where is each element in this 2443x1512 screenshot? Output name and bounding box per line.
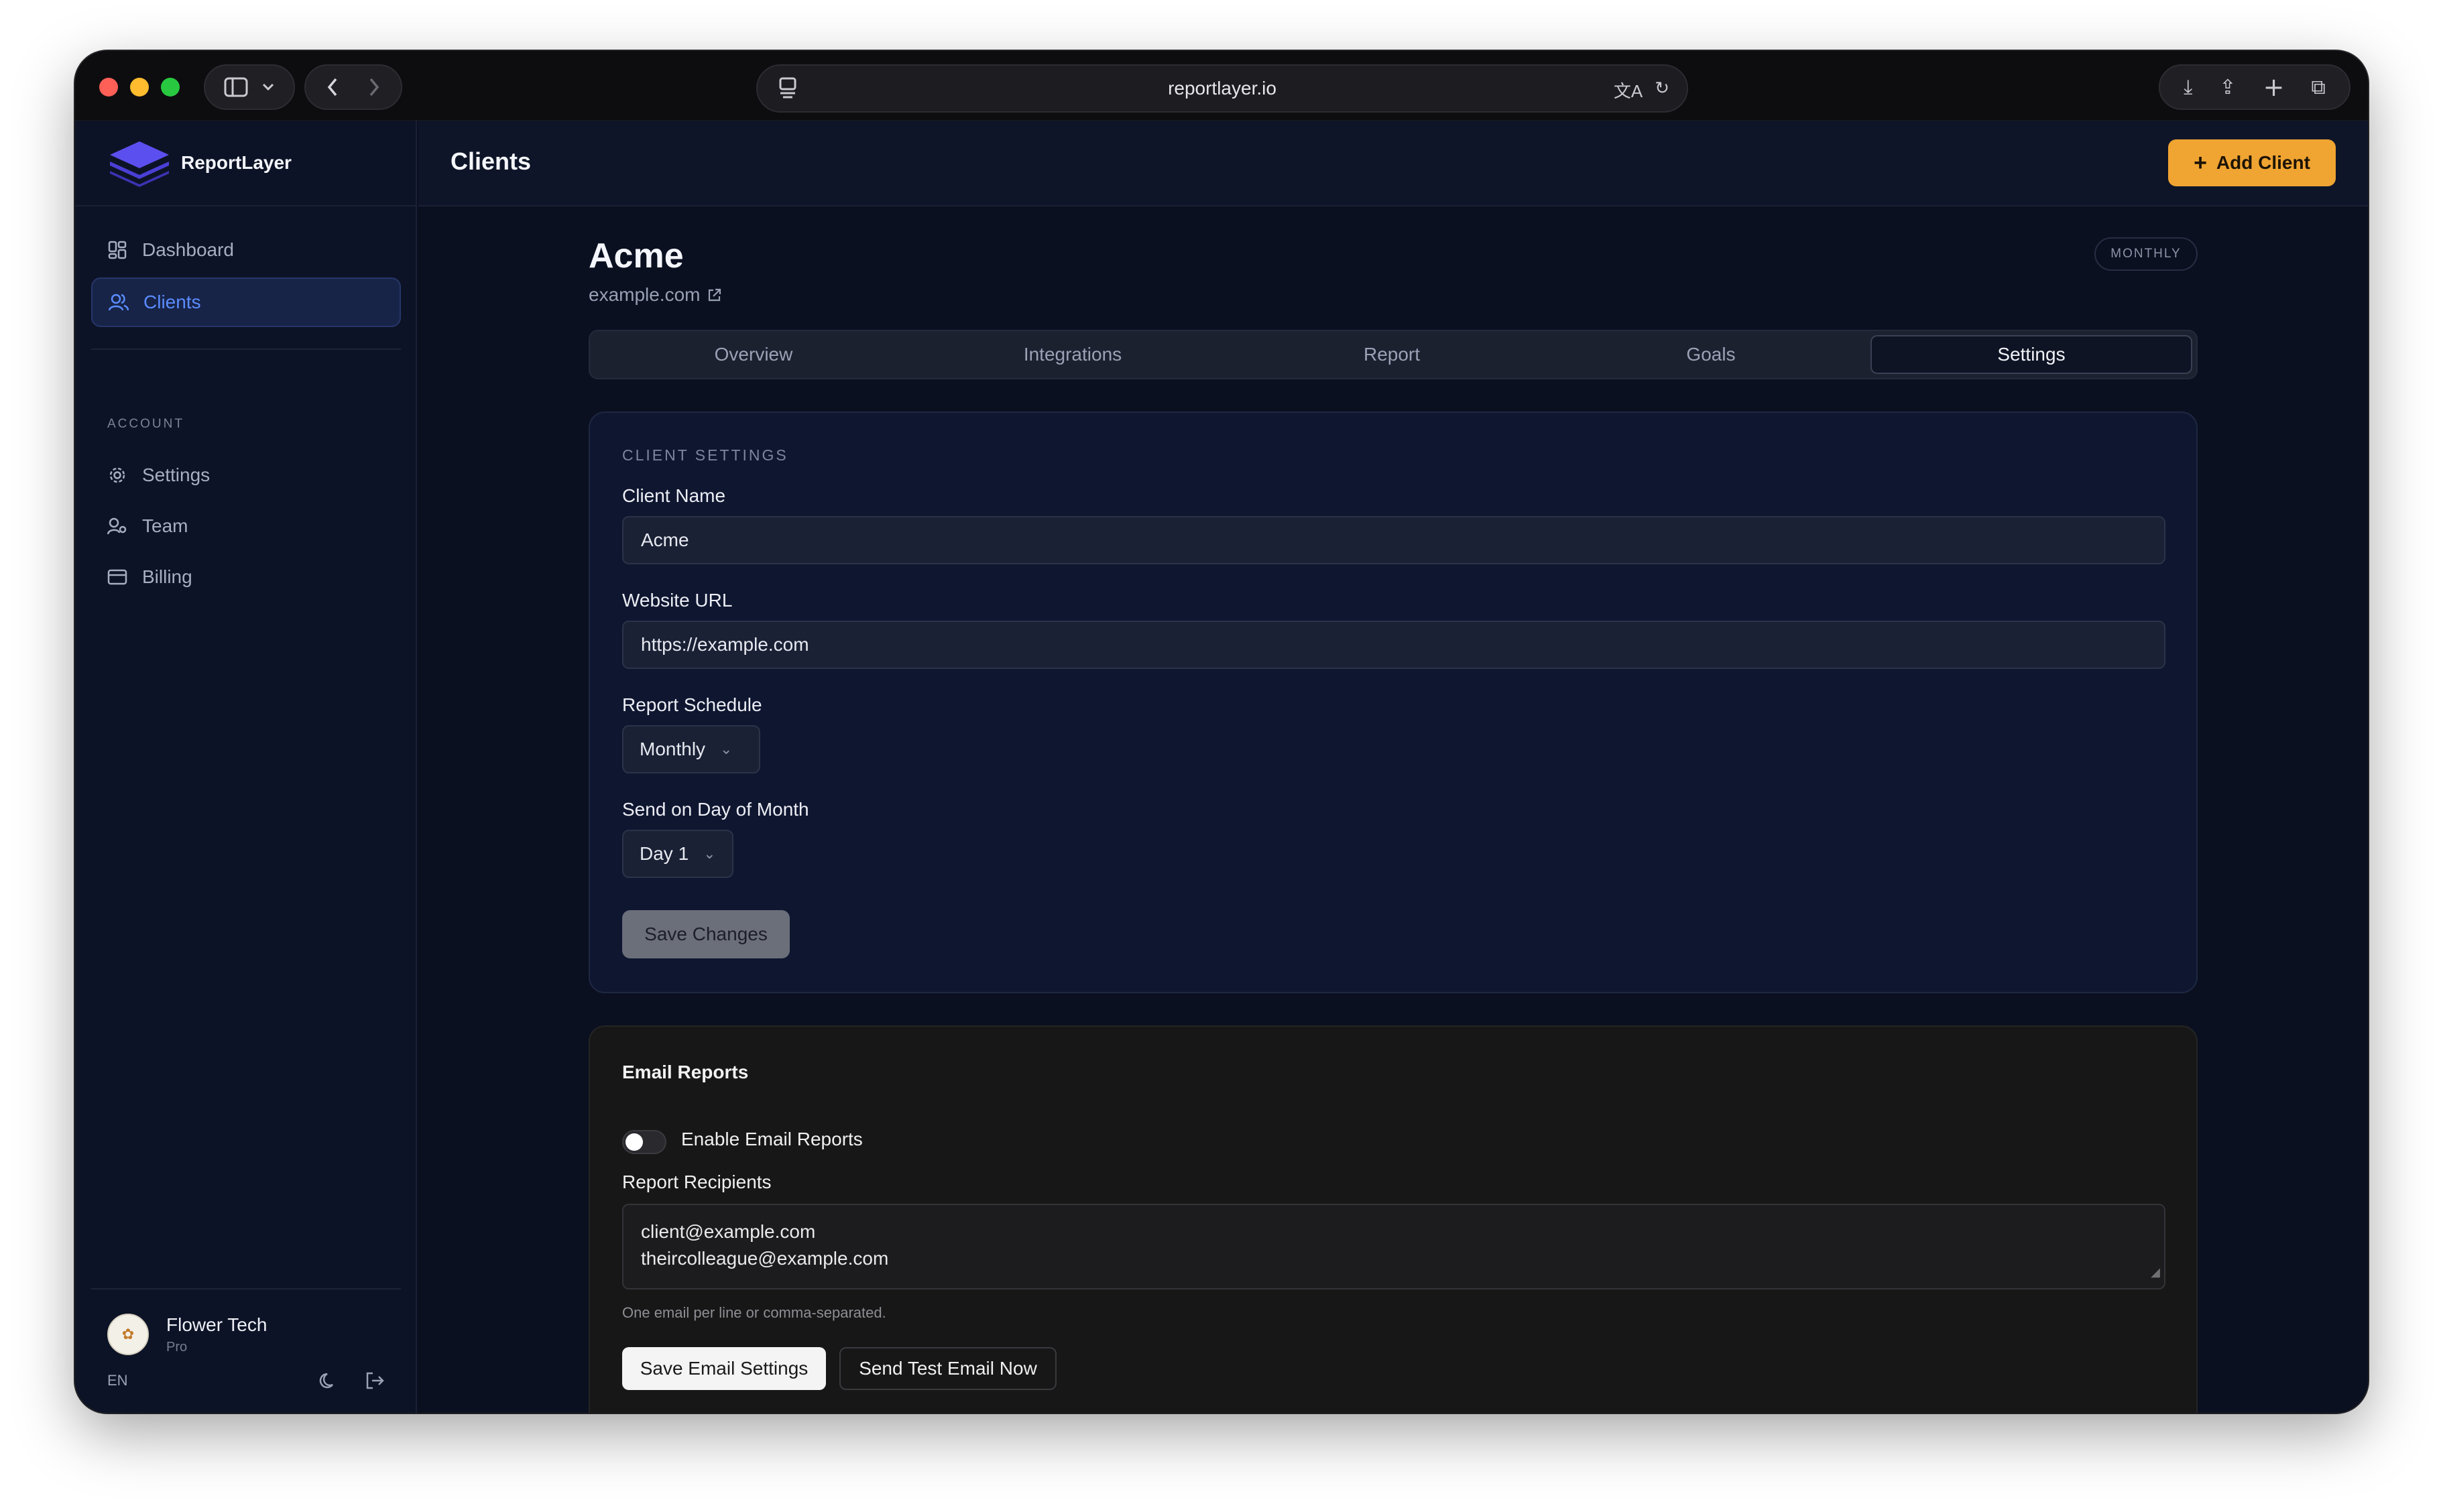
chevron-down-icon: [262, 83, 274, 91]
close-window-button[interactable]: [99, 78, 118, 97]
sidebar-item-label: Clients: [143, 292, 201, 312]
report-schedule-select[interactable]: Monthly ⌄: [622, 725, 760, 773]
sidebar: ReportLayer Dashboard Clients ACCOUNT Se…: [75, 121, 417, 1413]
save-email-settings-button[interactable]: Save Email Settings: [622, 1347, 826, 1390]
client-domain: example.com: [589, 284, 701, 305]
recipient-line: client@example.com: [641, 1221, 816, 1242]
sidebar-item-dashboard[interactable]: Dashboard: [91, 225, 401, 275]
page-header: Clients + Add Client: [418, 121, 2368, 206]
client-name-label: Client Name: [622, 485, 726, 506]
sidebar-item-billing[interactable]: Billing: [91, 552, 401, 602]
client-tabs: Overview Integrations Report Goals Setti…: [589, 330, 2198, 379]
client-name-input[interactable]: Acme: [622, 516, 2165, 564]
history-nav: [304, 64, 402, 110]
new-tab-icon[interactable]: +: [2263, 72, 2285, 102]
back-icon[interactable]: [326, 77, 339, 97]
sidebar-icon: [224, 77, 248, 97]
report-schedule-label: Report Schedule: [622, 694, 762, 715]
user-plan: Pro: [166, 1339, 188, 1354]
divider: [91, 349, 401, 350]
forward-icon[interactable]: [368, 77, 380, 97]
sidebar-footer: EN: [107, 1371, 385, 1390]
section-label-account: ACCOUNT: [107, 417, 184, 431]
browser-window: reportlayer.io 文A ↻ ⤓ ⇪ + ⧉ ReportLayer: [75, 51, 2368, 1413]
email-reports-toggle-label: Enable Email Reports: [681, 1129, 863, 1149]
recipients-help-text: One email per line or comma-separated.: [622, 1304, 886, 1321]
user-profile[interactable]: ✿ Flower Tech Pro: [107, 1314, 267, 1355]
sidebar-item-clients[interactable]: Clients: [91, 277, 401, 327]
send-day-select[interactable]: Day 1 ⌄: [622, 830, 733, 878]
email-reports-title: Email Reports: [622, 1062, 749, 1082]
download-icon[interactable]: ⤓: [2184, 76, 2192, 99]
card-section-title: CLIENT SETTINGS: [622, 446, 788, 464]
user-name: Flower Tech: [166, 1314, 267, 1335]
website-url-input[interactable]: https://example.com: [622, 621, 2165, 669]
share-icon[interactable]: ⇪: [2219, 76, 2236, 99]
logo-icon: [110, 141, 169, 187]
recipient-line: theircolleague@example.com: [641, 1248, 889, 1269]
external-link-icon: [708, 288, 721, 302]
add-client-button[interactable]: + Add Client: [2168, 139, 2336, 186]
client-website-link[interactable]: example.com: [589, 284, 722, 306]
report-schedule-value: Monthly: [640, 739, 706, 759]
chevron-down-icon: ⌄: [720, 741, 733, 757]
client-name-heading: Acme: [589, 237, 684, 275]
sidebar-item-label: Dashboard: [142, 239, 234, 260]
website-url-label: Website URL: [622, 590, 733, 611]
card-icon: [107, 567, 127, 587]
email-reports-card: Email Reports Enable Email Reports Repor…: [589, 1025, 2198, 1413]
sidebar-item-label: Team: [142, 515, 188, 536]
browser-toolbar: reportlayer.io 文A ↻ ⤓ ⇪ + ⧉: [75, 51, 2368, 121]
send-test-email-button[interactable]: Send Test Email Now: [839, 1347, 1057, 1390]
toggle-knob: [625, 1133, 643, 1151]
reload-icon[interactable]: ↻: [1655, 78, 1669, 103]
sidebar-item-settings[interactable]: Settings: [91, 450, 401, 500]
email-reports-toggle[interactable]: [622, 1130, 666, 1154]
website-url-value: https://example.com: [641, 634, 809, 655]
recipients-textarea[interactable]: client@example.com theircolleague@exampl…: [622, 1204, 2165, 1289]
client-name-value: Acme: [641, 529, 689, 550]
maximize-window-button[interactable]: [161, 78, 180, 97]
tab-overview[interactable]: Overview: [594, 335, 913, 374]
minimize-window-button[interactable]: [130, 78, 149, 97]
sidebar-item-team[interactable]: Team: [91, 501, 401, 551]
sidebar-item-label: Billing: [142, 566, 192, 587]
logout-icon[interactable]: [365, 1371, 385, 1390]
moon-icon[interactable]: [319, 1371, 338, 1390]
brand[interactable]: ReportLayer: [75, 121, 416, 206]
plus-icon: +: [2194, 150, 2207, 176]
schedule-badge: MONTHLY: [2094, 237, 2198, 271]
main-content: Acme example.com MONTHLY Overview Integr…: [418, 206, 2368, 1413]
browser-actions: ⤓ ⇪ + ⧉: [2159, 64, 2350, 110]
send-day-value: Day 1: [640, 843, 689, 864]
tab-report[interactable]: Report: [1232, 335, 1551, 374]
resize-handle-icon[interactable]: ◢: [2151, 1259, 2160, 1285]
dashboard-icon: [107, 240, 127, 260]
recipients-label: Report Recipients: [622, 1172, 772, 1192]
address-bar[interactable]: reportlayer.io 文A ↻: [756, 64, 1688, 113]
tab-settings[interactable]: Settings: [1870, 335, 2192, 374]
tabs-overview-icon[interactable]: ⧉: [2311, 76, 2325, 99]
tab-integrations[interactable]: Integrations: [913, 335, 1232, 374]
client-settings-card: CLIENT SETTINGS Client Name Acme Website…: [589, 412, 2198, 993]
gear-icon: [107, 465, 127, 485]
url-text: reportlayer.io: [1168, 78, 1276, 99]
sidebar-toggle-button[interactable]: [204, 64, 295, 110]
tab-goals[interactable]: Goals: [1551, 335, 1870, 374]
save-changes-button[interactable]: Save Changes: [622, 910, 790, 958]
brand-name: ReportLayer: [181, 152, 292, 173]
sidebar-item-label: Settings: [142, 464, 211, 485]
team-icon: [107, 516, 127, 536]
translate-icon[interactable]: 文A: [1614, 78, 1643, 103]
chevron-down-icon: ⌄: [703, 845, 716, 862]
send-day-label: Send on Day of Month: [622, 799, 809, 820]
page-settings-icon[interactable]: [778, 76, 800, 99]
divider: [91, 1288, 401, 1289]
avatar: ✿: [107, 1314, 149, 1355]
users-icon: [109, 292, 129, 312]
page-title: Clients: [451, 147, 532, 175]
add-client-label: Add Client: [2216, 152, 2310, 173]
language-switcher[interactable]: EN: [107, 1372, 128, 1389]
